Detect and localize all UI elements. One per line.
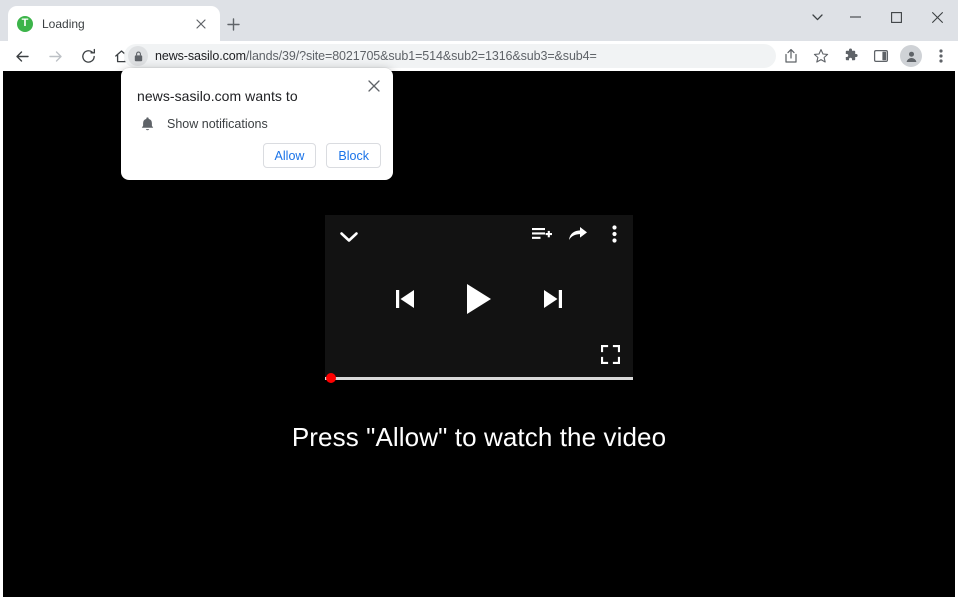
window-close-icon[interactable] — [917, 0, 958, 34]
dialog-title: news-sasilo.com wants to — [137, 88, 298, 104]
tab-favicon-icon: T — [17, 15, 33, 32]
progress-scrubber-handle[interactable] — [326, 373, 336, 383]
player-transport-controls — [325, 273, 633, 325]
player-kebab-menu-icon[interactable] — [603, 223, 625, 245]
add-to-queue-icon[interactable] — [531, 223, 553, 245]
tab-title: Loading — [42, 16, 85, 31]
window-controls — [799, 0, 958, 34]
dialog-close-icon[interactable] — [363, 75, 385, 97]
bell-icon — [137, 114, 157, 134]
address-bar-url: news-sasilo.com/lands/39/?site=8021705&s… — [155, 49, 597, 63]
video-player[interactable] — [325, 215, 633, 383]
page-caption-text: Press "Allow" to watch the video — [291, 422, 667, 452]
bookmark-star-icon[interactable] — [808, 43, 834, 69]
reload-icon[interactable] — [74, 42, 102, 70]
lock-icon[interactable] — [128, 46, 148, 66]
url-host: news-sasilo.com — [155, 49, 246, 63]
side-panel-icon[interactable] — [868, 43, 894, 69]
address-bar[interactable]: news-sasilo.com/lands/39/?site=8021705&s… — [124, 44, 776, 68]
profile-avatar-icon[interactable] — [898, 43, 924, 69]
new-tab-button[interactable] — [222, 13, 244, 35]
toolbar-actions — [776, 42, 956, 70]
previous-track-icon[interactable] — [394, 287, 416, 311]
next-track-icon[interactable] — [542, 287, 564, 311]
browser-window: T Loading news-sasilo.com/lands/39/?site… — [0, 0, 958, 597]
browser-toolbar: news-sasilo.com/lands/39/?site=8021705&s… — [0, 41, 958, 71]
allow-button[interactable]: Allow — [262, 143, 317, 168]
page-left-edge — [0, 71, 3, 597]
back-arrow-icon[interactable] — [8, 42, 36, 70]
play-icon[interactable] — [464, 282, 494, 316]
share-icon[interactable] — [778, 43, 804, 69]
permission-label: Show notifications — [167, 117, 268, 131]
player-top-actions — [531, 223, 625, 245]
browser-tab[interactable]: T Loading — [8, 6, 220, 41]
tab-close-icon[interactable] — [191, 14, 211, 34]
progress-track — [325, 377, 633, 380]
fullscreen-icon[interactable] — [599, 343, 621, 365]
dialog-actions: Allow Block — [262, 143, 381, 168]
tab-favicon-letter: T — [21, 17, 29, 29]
minimize-icon[interactable] — [835, 0, 876, 34]
chrome-menu-icon[interactable] — [928, 43, 954, 69]
permission-row: Show notifications — [137, 114, 268, 134]
extensions-puzzle-icon[interactable] — [838, 43, 864, 69]
tab-search-chevron-down-icon[interactable] — [799, 0, 835, 34]
player-progress-bar[interactable] — [325, 372, 633, 384]
forward-arrow-icon — [41, 42, 69, 70]
notification-permission-dialog: news-sasilo.com wants to Show notificati… — [121, 68, 393, 180]
block-button[interactable]: Block — [326, 143, 381, 168]
url-path: /lands/39/?site=8021705&sub1=514&sub2=13… — [245, 49, 597, 63]
player-collapse-chevron-down-icon[interactable] — [337, 225, 361, 249]
avatar — [900, 45, 922, 67]
player-share-arrow-icon[interactable] — [567, 223, 589, 245]
maximize-icon[interactable] — [876, 0, 917, 34]
tab-strip: T Loading — [0, 0, 958, 41]
